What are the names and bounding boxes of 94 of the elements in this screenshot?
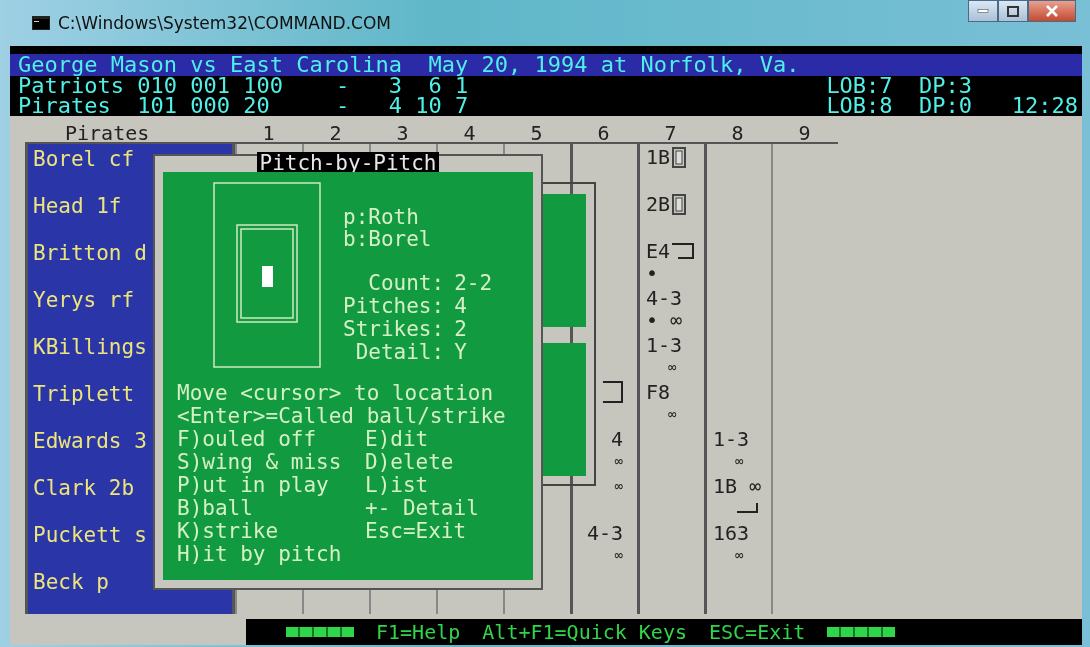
key-command[interactable]: D)elete <box>365 451 533 474</box>
play-code: 1-3 <box>713 428 750 450</box>
stat-label: Count: <box>367 272 445 295</box>
batter-name: b:Borel <box>343 228 433 250</box>
player-name[interactable]: Clark 2b <box>33 476 135 500</box>
runs: 4 <box>388 96 403 116</box>
inning-number: 6 <box>597 121 610 145</box>
play-mark: ∞ <box>668 358 677 377</box>
line-score: 101 000 20 <box>137 96 271 116</box>
left-on-base: LOB:7 <box>826 76 894 96</box>
inning-number: 3 <box>396 121 409 145</box>
close-button[interactable] <box>1028 0 1076 22</box>
player-name[interactable]: Triplett <box>33 382 135 406</box>
window-title: C:\Windows\System32\COMMAND.COM <box>58 13 392 33</box>
game-heading: George Mason vs East Carolina May 20, 1994 at Norfolk, Va. <box>18 52 800 77</box>
play-mark: ∞ <box>614 477 623 496</box>
status-hint: ESC=Exit <box>709 620 806 644</box>
runs: 3 <box>388 76 403 96</box>
play-code: 4-3 <box>646 287 683 309</box>
dialog-title: Pitch-by-Pitch <box>257 152 439 172</box>
stat-value: 2-2 <box>454 272 493 295</box>
play-code: E4 <box>646 240 671 262</box>
status-bar-decoration <box>286 627 354 637</box>
key-command[interactable]: +- Detail <box>365 497 533 520</box>
base-box-icon <box>672 193 687 215</box>
separator-dash: - <box>335 76 351 96</box>
stat-label: Detail: <box>354 341 445 364</box>
clock-time: 12:28 <box>1011 93 1078 118</box>
play-code: 4-3 <box>586 522 623 544</box>
bracket-icon <box>672 243 695 259</box>
play-code: • <box>646 262 659 284</box>
play-mark: ∞ <box>614 546 623 565</box>
play-code: 1B ∞ <box>713 475 762 497</box>
play-code: 1B <box>646 146 671 168</box>
hits: 10 <box>414 96 442 116</box>
left-on-base: LOB:8 <box>826 96 894 116</box>
status-hint: Alt+F1=Quick Keys <box>482 620 687 644</box>
play-mark: ∞ <box>614 452 623 471</box>
separator-dash: - <box>335 96 351 116</box>
pitcher-name: p:Roth <box>343 206 420 228</box>
key-command[interactable]: F)ouled off <box>177 428 365 451</box>
maximize-button[interactable] <box>998 0 1028 22</box>
stat-label: Pitches: <box>343 295 445 318</box>
play-code: 163 <box>713 522 750 544</box>
play-mark: ∞ <box>735 452 744 471</box>
inning-number: 8 <box>731 121 744 145</box>
key-command[interactable]: P)ut in play <box>177 474 365 497</box>
line-score: 010 001 100 <box>137 76 284 96</box>
team-name: Pirates <box>18 96 112 116</box>
instruction-text: <Enter>=Called ball/strike <box>177 405 507 428</box>
key-command[interactable]: L)ist <box>365 474 533 497</box>
play-mark: ∞ <box>668 405 677 424</box>
errors: 1 <box>455 76 469 96</box>
player-name[interactable]: Puckett s <box>33 523 147 547</box>
stat-label: Strikes: <box>343 318 445 341</box>
player-name[interactable]: Beck p <box>33 570 109 594</box>
team-name: Patriots <box>18 76 125 96</box>
inning-number: 2 <box>329 121 342 145</box>
status-bar-decoration <box>827 627 896 637</box>
hits: 6 <box>428 76 442 96</box>
double-plays: DP:3 <box>919 76 974 96</box>
team-label: Pirates <box>65 121 150 145</box>
stat-value: 2 <box>454 318 468 341</box>
stat-value: Y <box>454 341 468 364</box>
close-icon <box>1046 5 1058 17</box>
errors: 7 <box>454 96 469 116</box>
inning-number: 9 <box>798 121 811 145</box>
key-command[interactable]: H)it by pitch <box>177 543 365 566</box>
play-code: • ∞ <box>646 309 683 331</box>
play-mark: ∞ <box>735 546 744 565</box>
key-command[interactable]: K)strike <box>177 520 365 543</box>
status-hint: F1=Help <box>376 620 461 644</box>
double-plays: DP:0 <box>919 96 974 116</box>
instruction-text: Move <cursor> to location <box>177 382 495 405</box>
bracket-icon <box>603 381 623 403</box>
maximize-icon <box>1007 5 1019 17</box>
stat-value: 4 <box>454 295 468 318</box>
base-box-icon <box>672 146 687 168</box>
inning-number: 7 <box>664 121 677 145</box>
play-code: 4 <box>610 428 623 450</box>
play-code: F8 <box>646 381 671 403</box>
key-command[interactable]: S)wing & miss <box>177 451 365 474</box>
inning-number: 5 <box>530 121 543 145</box>
play-code: 2B <box>646 193 671 215</box>
inning-number: 1 <box>262 121 275 145</box>
corner-line-icon <box>737 503 759 513</box>
minimize-icon <box>977 9 989 13</box>
key-command[interactable]: Esc=Exit <box>365 520 533 543</box>
key-command[interactable]: B)ball <box>177 497 365 520</box>
play-code: 1-3 <box>646 334 683 356</box>
console-icon <box>32 16 50 30</box>
minimize-button[interactable] <box>968 0 998 22</box>
inning-number: 4 <box>463 121 476 145</box>
key-command[interactable]: E)dit <box>365 428 533 451</box>
